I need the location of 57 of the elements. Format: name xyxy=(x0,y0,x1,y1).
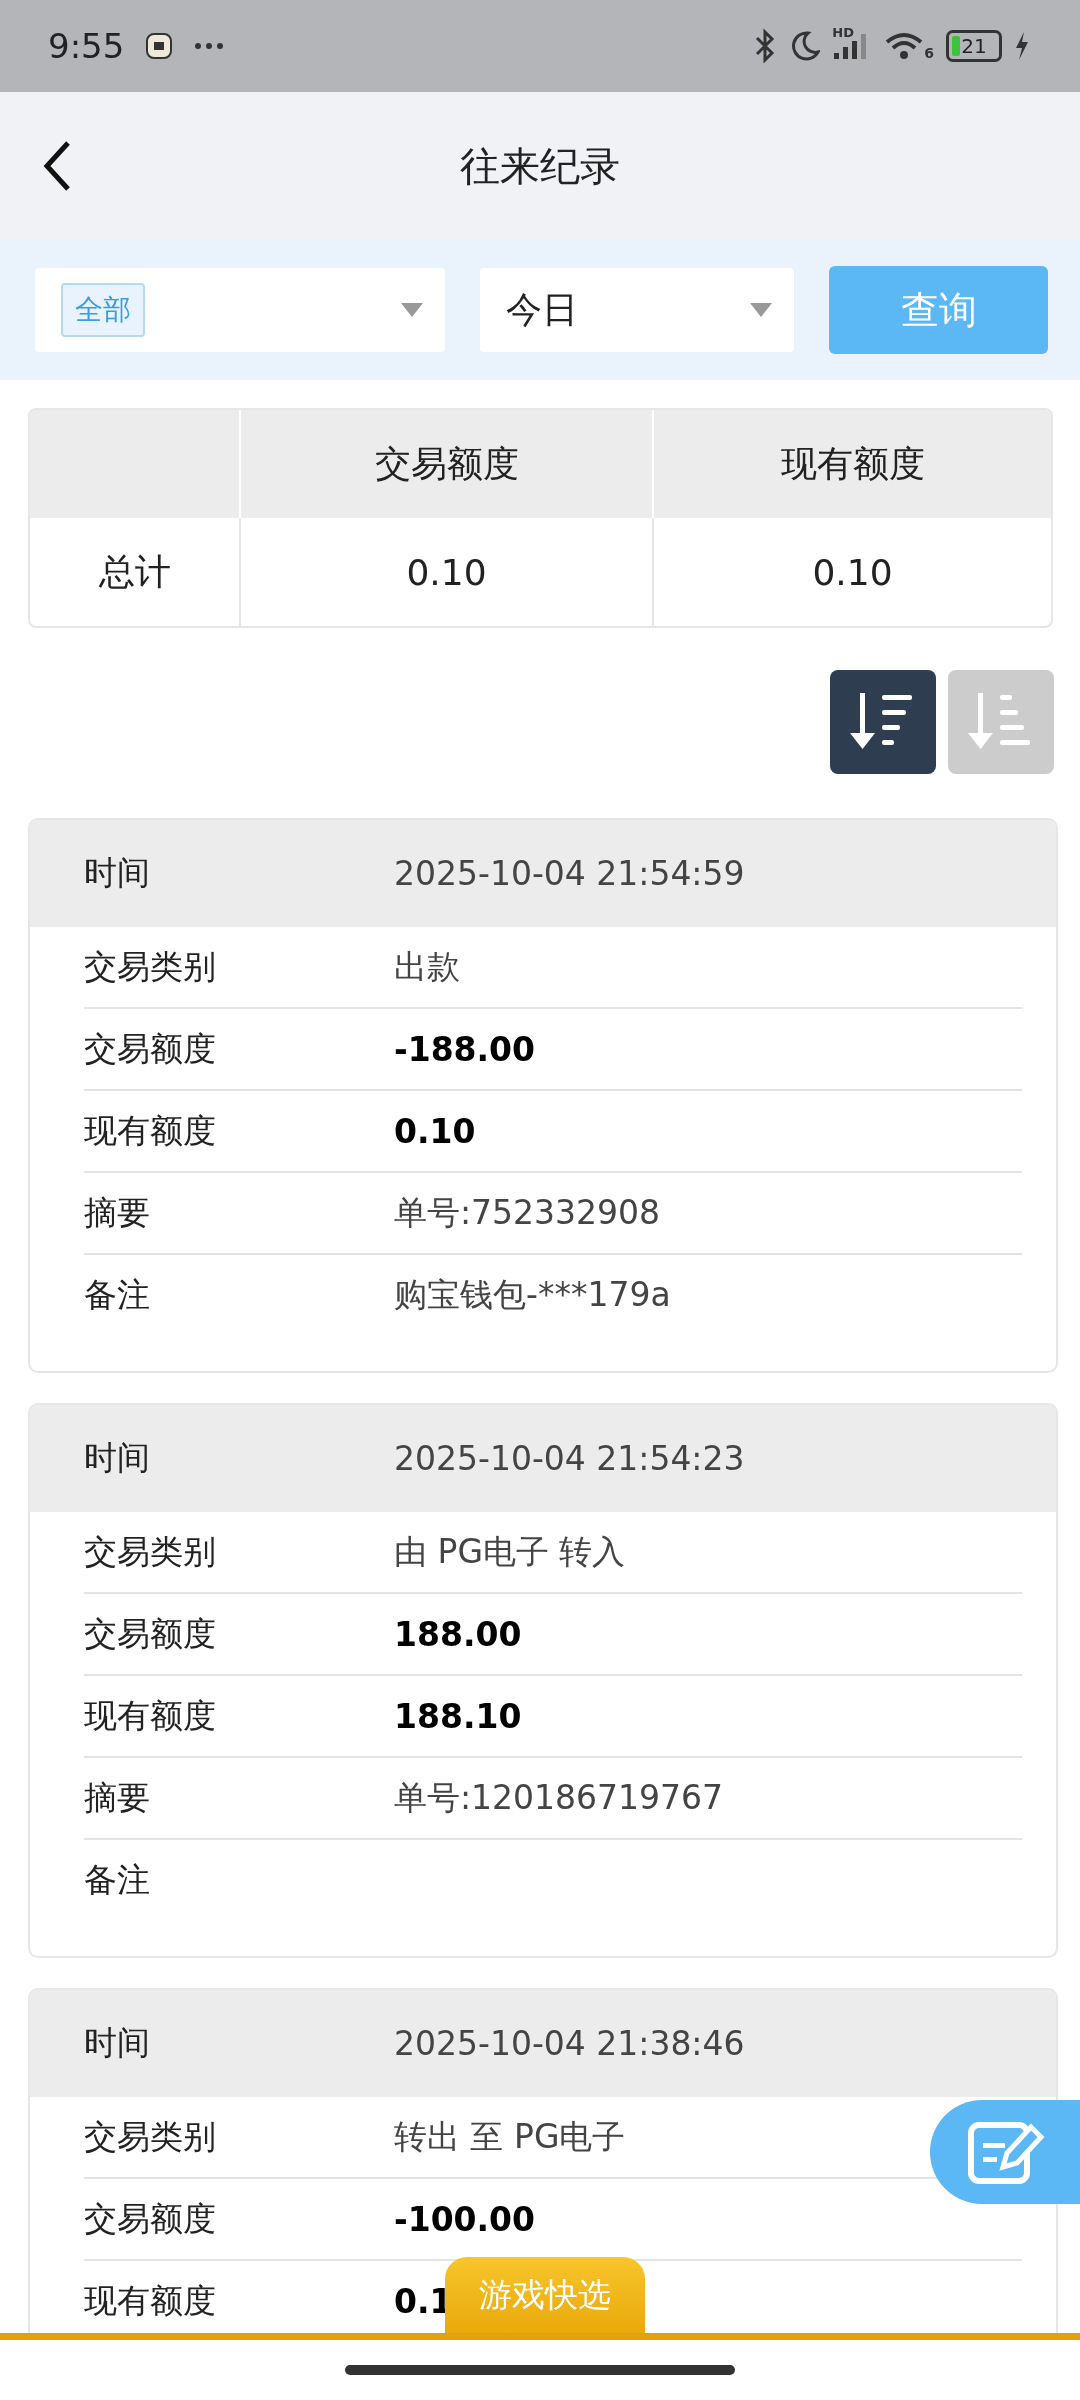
type-select[interactable]: 全部 xyxy=(35,268,446,352)
date-select[interactable]: 今日 xyxy=(480,268,794,352)
field-value: 188.10 xyxy=(394,1696,522,1736)
field-label: 现有额度 xyxy=(84,1694,217,1737)
field-value: 单号:752332908 xyxy=(394,1191,661,1234)
edit-button[interactable] xyxy=(930,2100,1080,2204)
field-label: 交易类别 xyxy=(84,2115,217,2158)
quick-select-tab[interactable]: 游戏快选 xyxy=(445,2257,645,2333)
table-cell-text: 总计 xyxy=(97,549,172,594)
field-value: -100.00 xyxy=(394,2199,536,2239)
app-icon xyxy=(146,33,173,59)
clock: 9:55 xyxy=(48,26,125,66)
sort-descending-button[interactable] xyxy=(830,670,936,774)
field-label: 时间 xyxy=(84,2022,151,2064)
field-value: 2025-10-04 21:54:23 xyxy=(394,1439,745,1478)
query-button[interactable]: 查询 xyxy=(829,266,1048,354)
network-label: HD xyxy=(832,25,854,40)
field-label: 备注 xyxy=(84,1273,151,1316)
field-value: 单号:120186719767 xyxy=(394,1776,724,1819)
field-value: 由 PG电子 转入 xyxy=(394,1530,626,1573)
caret-icon xyxy=(750,303,772,317)
field-value: 2025-10-04 21:38:46 xyxy=(394,2024,745,2063)
selected-tag: 全部 xyxy=(61,283,145,337)
field-label: 现有额度 xyxy=(84,2279,217,2322)
field-label: 备注 xyxy=(84,1858,151,1901)
column-header: 现有额度 xyxy=(652,410,1051,518)
field-value: 购宝钱包-***179a xyxy=(394,1273,671,1316)
field-label: 摘要 xyxy=(84,1191,151,1234)
field-label: 交易类别 xyxy=(84,1530,217,1573)
battery-indicator: 21 xyxy=(946,30,1002,62)
field-value: 转出 至 PG电子 xyxy=(394,2115,626,2158)
moon-icon xyxy=(790,30,821,62)
field-label: 现有额度 xyxy=(84,1109,217,1152)
sort-ascending-button[interactable] xyxy=(948,670,1054,774)
wifi-icon xyxy=(884,31,925,61)
table-cell: 0.10 xyxy=(652,518,1051,626)
field-label: 交易类别 xyxy=(84,945,217,988)
wifi-label: 6 xyxy=(924,45,934,61)
field-label: 交易额度 xyxy=(84,2197,217,2240)
field-label: 交易额度 xyxy=(84,1027,217,1070)
column-header: 交易额度 xyxy=(239,410,652,518)
field-value: 出款 xyxy=(394,945,460,988)
field-label: 摘要 xyxy=(84,1776,151,1819)
field-label: 交易额度 xyxy=(84,1612,217,1655)
caret-icon xyxy=(401,303,424,317)
charging-icon xyxy=(1014,31,1030,61)
page-title: 往来纪录 xyxy=(460,141,620,191)
field-value: 2025-10-04 21:54:59 xyxy=(394,854,745,893)
field-label: 时间 xyxy=(84,852,151,894)
field-value: 0.10 xyxy=(394,1111,476,1151)
select-value: 今日 xyxy=(506,287,579,332)
field-label: 时间 xyxy=(84,1437,151,1479)
more-icon xyxy=(194,42,225,50)
field-value: 188.00 xyxy=(394,1614,522,1654)
table-cell: 0.10 xyxy=(239,518,652,626)
back-icon[interactable] xyxy=(42,140,72,192)
field-value: -188.00 xyxy=(394,1029,536,1069)
